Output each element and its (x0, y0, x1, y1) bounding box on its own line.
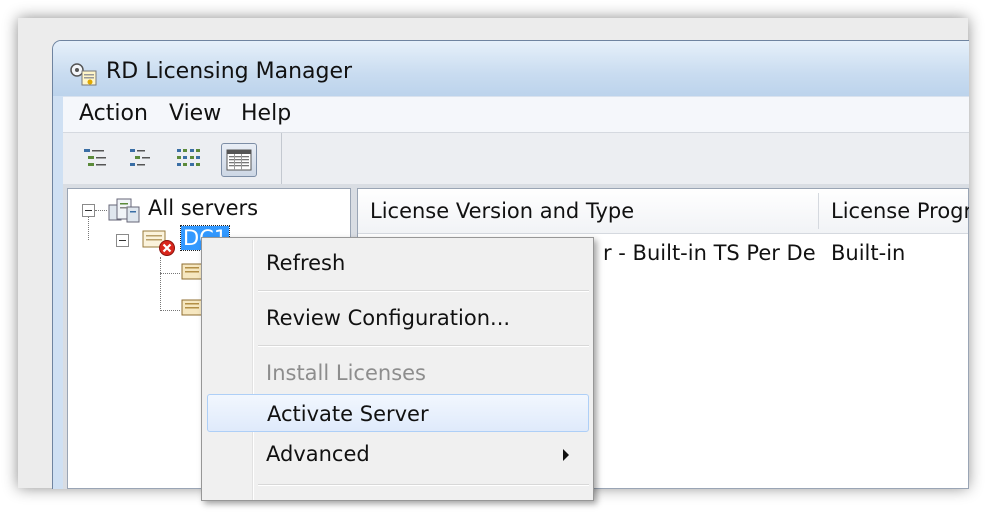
menu-separator (258, 345, 589, 347)
menu-item-advanced-label: Advanced (266, 442, 370, 466)
menu-item-review-configuration[interactable]: Review Configuration... (204, 299, 591, 337)
root-collapse-toggle[interactable] (82, 204, 95, 217)
licensing-manager-icon (70, 63, 97, 86)
column-header-license-program[interactable]: License Progra (819, 189, 969, 233)
server-group-icon (108, 198, 140, 223)
tree-connector (160, 310, 180, 311)
submenu-arrow-icon (563, 449, 569, 461)
tree-connector (95, 210, 107, 211)
toolbar-separator (281, 133, 282, 185)
cell-license-type[interactable]: r - Built-in TS Per De... (603, 241, 815, 265)
menu-item-activate-server[interactable]: Activate Server (207, 394, 589, 432)
menu-bar: Action View Help (63, 96, 969, 133)
menu-help[interactable]: Help (239, 101, 293, 126)
cell-license-program[interactable]: Built-in (831, 241, 969, 265)
server-collapse-toggle[interactable] (116, 234, 129, 247)
menu-item-advanced[interactable]: Advanced (204, 435, 591, 473)
tree-view-icon[interactable] (80, 143, 110, 173)
list-tree-icon[interactable] (126, 143, 156, 173)
tree-connector (160, 257, 161, 311)
toolbar (63, 132, 969, 185)
menu-separator (258, 484, 589, 486)
tree-connector (88, 217, 89, 240)
tree-connector (160, 273, 180, 274)
tree-item-all-servers[interactable]: All servers (148, 196, 258, 220)
list-header: License Version and Type License Progra (358, 189, 969, 234)
menu-item-install-licenses[interactable]: Install Licenses (204, 354, 591, 392)
title-bar[interactable]: RD Licensing Manager (53, 41, 969, 96)
window-title: RD Licensing Manager (106, 59, 353, 84)
menu-separator (258, 290, 589, 292)
column-header-license-type[interactable]: License Version and Type (358, 189, 818, 233)
details-grid-icon[interactable] (173, 143, 203, 173)
table-view-icon[interactable] (221, 143, 257, 177)
menu-item-refresh[interactable]: Refresh (204, 244, 591, 282)
menu-action[interactable]: Action (77, 101, 150, 126)
context-menu: Refresh Review Configuration... Install … (201, 237, 594, 501)
server-error-icon (142, 230, 175, 256)
menu-view[interactable]: View (167, 101, 223, 126)
